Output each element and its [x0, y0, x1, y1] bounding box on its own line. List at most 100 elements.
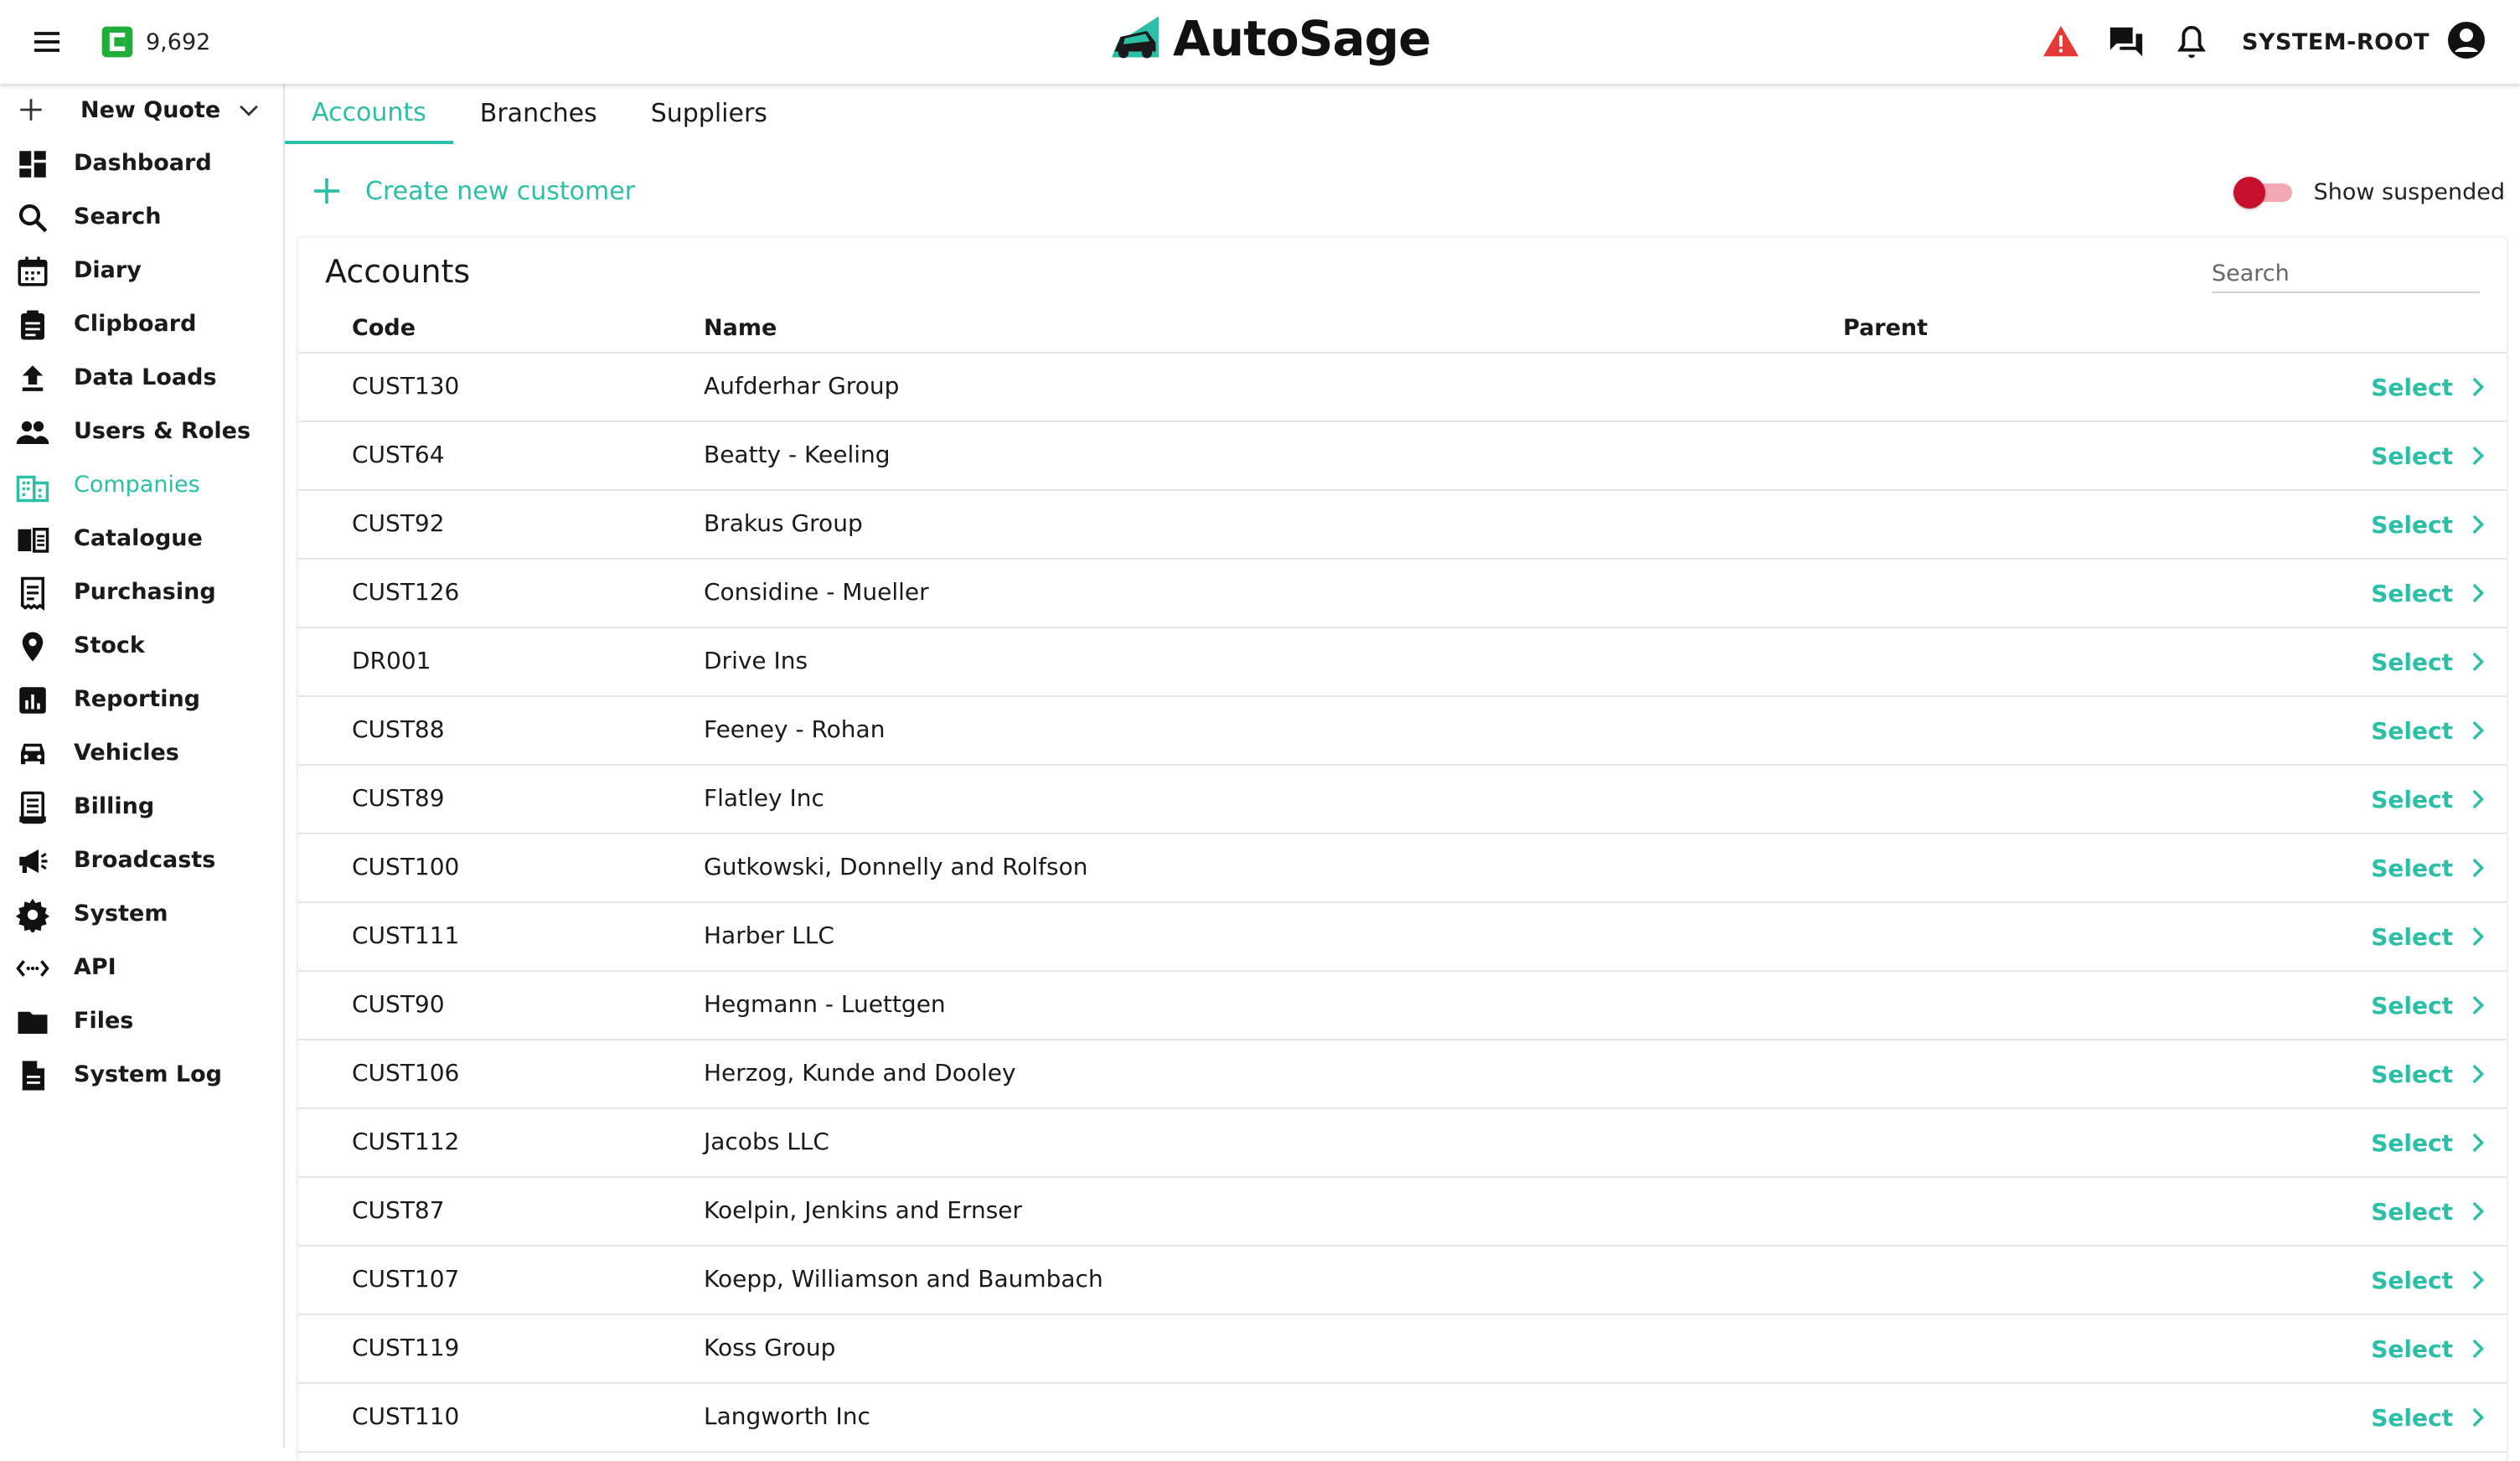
sidebar-item-companies[interactable]: Companies: [0, 457, 283, 511]
autosage-logo: [1106, 8, 1164, 70]
select-label: Select: [2371, 648, 2453, 676]
table-row[interactable]: CUST110 Langworth Inc Select: [298, 1384, 2507, 1453]
sidebar: New Quote Dashboard Search Diary Clipboard D…: [0, 84, 285, 1448]
select-button[interactable]: Select: [2371, 1056, 2492, 1092]
bell-icon[interactable]: [2166, 17, 2217, 67]
dashboard-icon: [19, 151, 46, 178]
select-button[interactable]: Select: [2371, 1330, 2492, 1367]
sidebar-item-stock[interactable]: Stock: [0, 618, 283, 672]
select-button[interactable]: Select: [2371, 643, 2492, 680]
table-row[interactable]: CUST130 Aufderhar Group Select: [298, 354, 2507, 422]
cell-name: Aufderhar Group: [704, 372, 900, 400]
select-button[interactable]: Select: [2371, 987, 2492, 1024]
cell-name: Jacobs LLC: [704, 1128, 829, 1155]
sidebar-item-api[interactable]: API: [0, 940, 283, 994]
show-suspended-control: Show suspended: [2233, 171, 2505, 213]
table-row[interactable]: CUST90 Hegmann - Luettgen Select: [298, 972, 2507, 1040]
new-quote-label: New Quote: [80, 96, 221, 123]
sidebar-item-label: Vehicles: [74, 739, 179, 766]
table-row[interactable]: CUST87 Koelpin, Jenkins and Ernser Select: [298, 1178, 2507, 1247]
select-button[interactable]: Select: [2371, 1193, 2492, 1230]
menu-icon[interactable]: [28, 25, 65, 59]
sidebar-item-purchasing[interactable]: Purchasing: [0, 565, 283, 618]
sidebar-item-data-loads[interactable]: Data Loads: [0, 350, 283, 404]
brand[interactable]: AutoSage: [1106, 5, 1432, 72]
cell-code: CUST110: [352, 1402, 460, 1430]
select-button[interactable]: Select: [2371, 575, 2492, 612]
show-suspended-toggle[interactable]: [2233, 175, 2294, 209]
select-button[interactable]: Select: [2371, 437, 2492, 474]
create-customer-button[interactable]: Create new customer: [310, 168, 635, 214]
tab-accounts[interactable]: Accounts: [285, 84, 453, 144]
table-row[interactable]: CUST92 Brakus Group Select: [298, 491, 2507, 560]
table-row[interactable]: CUST107 Koepp, Williamson and Baumbach Sel…: [298, 1247, 2507, 1315]
sidebar-item-files[interactable]: Files: [0, 994, 283, 1047]
sidebar-item-clipboard[interactable]: Clipboard: [0, 297, 283, 350]
select-button[interactable]: Select: [2371, 849, 2492, 886]
people-icon: [16, 421, 49, 444]
sidebar-item-users-roles[interactable]: Users & Roles: [0, 404, 283, 457]
cell-name: Brakus Group: [704, 509, 863, 537]
tab-branches[interactable]: Branches: [453, 84, 624, 142]
cell-code: CUST64: [352, 441, 445, 468]
chevron-right-icon: [2472, 1339, 2485, 1359]
credits-indicator[interactable]: 9,692: [99, 23, 210, 60]
building-icon: [16, 475, 49, 503]
table-header: Code Name Parent: [298, 307, 2507, 354]
search-input[interactable]: [2212, 255, 2480, 293]
column-header-name[interactable]: Name: [704, 315, 777, 341]
sidebar-item-billing[interactable]: Billing: [0, 779, 283, 833]
table-row[interactable]: CUST100 Gutkowski, Donnelly and Rolfson Se…: [298, 834, 2507, 903]
table-row[interactable]: CUST64 Beatty - Keeling Select: [298, 422, 2507, 491]
chevron-right-icon: [2472, 446, 2485, 466]
select-button[interactable]: Select: [2371, 1262, 2492, 1298]
sidebar-item-catalogue[interactable]: Catalogue: [0, 511, 283, 565]
select-button[interactable]: Select: [2371, 781, 2492, 818]
sidebar-item-label: Users & Roles: [74, 417, 251, 444]
table-row[interactable]: CUST111 Harber LLC Select: [298, 903, 2507, 972]
select-button[interactable]: Select: [2371, 918, 2492, 955]
select-button[interactable]: Select: [2371, 369, 2492, 405]
select-label: Select: [2371, 579, 2453, 607]
table-row[interactable]: CUST88 Feeney - Rohan Select: [298, 697, 2507, 766]
column-header-code[interactable]: Code: [352, 315, 416, 341]
sidebar-item-search[interactable]: Search: [0, 189, 283, 243]
select-label: Select: [2371, 1266, 2453, 1294]
cell-code: CUST119: [352, 1334, 460, 1361]
select-label: Select: [2371, 1197, 2453, 1226]
chevron-right-icon: [2472, 1270, 2485, 1290]
sidebar-item-vehicles[interactable]: Vehicles: [0, 725, 283, 779]
sidebar-item-reporting[interactable]: Reporting: [0, 672, 283, 725]
warning-icon[interactable]: [2036, 17, 2086, 67]
chat-icon[interactable]: [2101, 17, 2151, 67]
tab-suppliers[interactable]: Suppliers: [624, 84, 794, 142]
sidebar-item-broadcasts[interactable]: Broadcasts: [0, 833, 283, 886]
username[interactable]: SYSTEM-ROOT: [2242, 29, 2430, 55]
sidebar-item-system-log[interactable]: System Log: [0, 1047, 283, 1101]
table-row[interactable]: CUST126 Considine - Mueller Select: [298, 560, 2507, 628]
column-header-parent[interactable]: Parent: [1843, 315, 1928, 341]
chevron-right-icon: [2472, 1407, 2485, 1427]
select-button[interactable]: Select: [2371, 712, 2492, 749]
upload-icon: [22, 365, 44, 391]
select-button[interactable]: Select: [2371, 1124, 2492, 1161]
chevron-right-icon: [2472, 583, 2485, 603]
sidebar-item-label: Companies: [74, 471, 200, 498]
new-quote-button[interactable]: New Quote: [0, 84, 283, 136]
sidebar-item-label: Dashboard: [74, 149, 212, 176]
sidebar-item-label: Reporting: [74, 685, 201, 712]
sidebar-item-diary[interactable]: Diary: [0, 243, 283, 297]
chevron-down-icon[interactable]: [235, 96, 263, 124]
sidebar-item-system[interactable]: System: [0, 886, 283, 940]
table-row[interactable]: CUST119 Koss Group Select: [298, 1315, 2507, 1384]
table-row[interactable]: DR001 Drive Ins Select: [298, 628, 2507, 697]
sidebar-item-dashboard[interactable]: Dashboard: [0, 136, 283, 189]
cell-name: Koepp, Williamson and Baumbach: [704, 1265, 1103, 1293]
account-circle-icon[interactable]: [2446, 20, 2486, 64]
table-row[interactable]: CUST89 Flatley Inc Select: [298, 766, 2507, 834]
select-button[interactable]: Select: [2371, 1399, 2492, 1436]
table-row[interactable]: CUST106 Herzog, Kunde and Dooley Select: [298, 1040, 2507, 1109]
select-button[interactable]: Select: [2371, 506, 2492, 543]
table-row[interactable]: CUST112 Jacobs LLC Select: [298, 1109, 2507, 1178]
megaphone-icon: [19, 849, 48, 873]
